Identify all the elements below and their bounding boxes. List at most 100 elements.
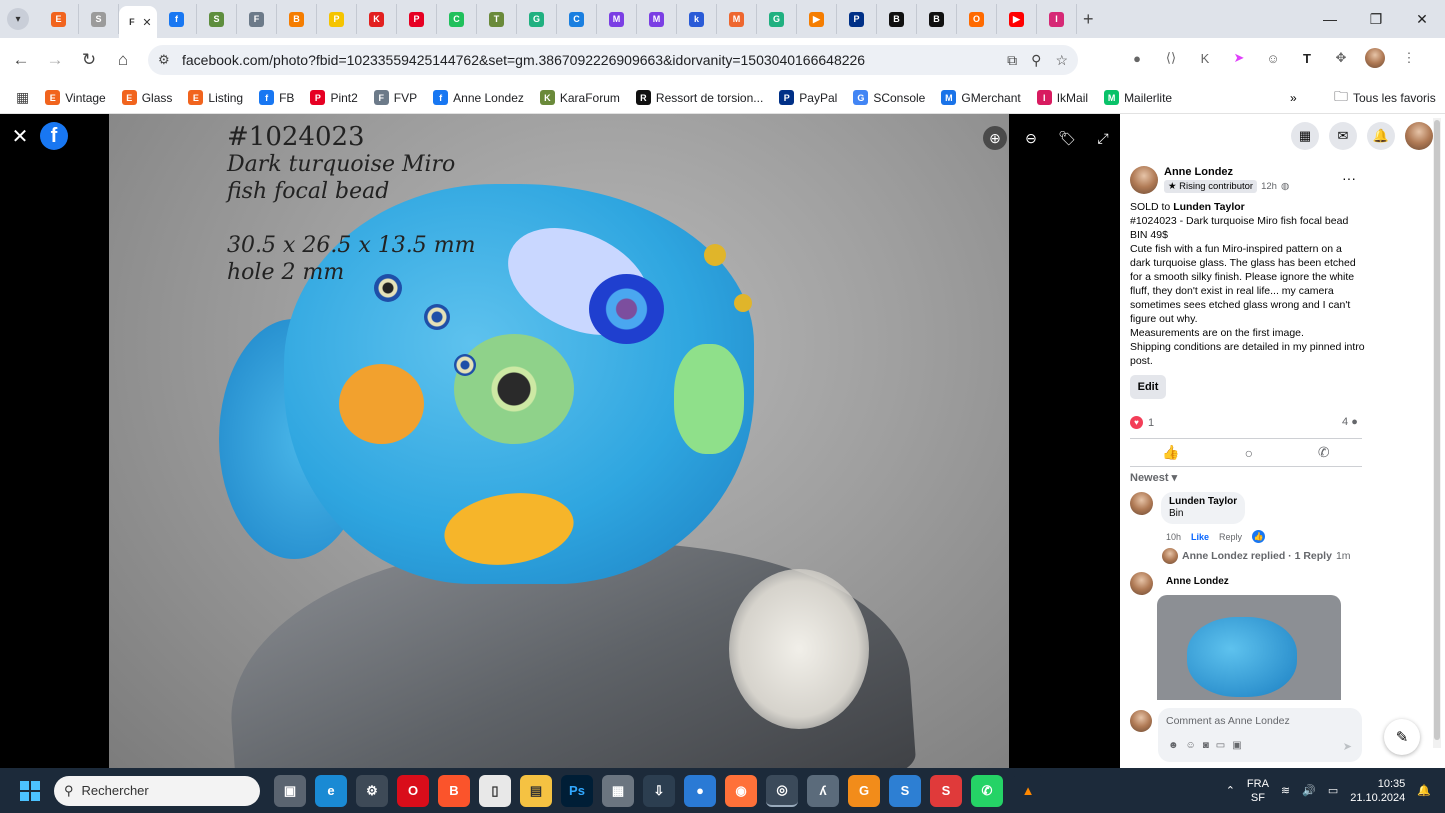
sold-to-link[interactable]: Lunden Taylor [1173,201,1245,213]
bookmark-item[interactable]: I IkMail [1036,90,1088,105]
tag-icon[interactable]: 🏷 [1055,126,1079,150]
site-info-icon[interactable]: ⚙ [158,52,176,68]
notifications-bell-icon[interactable]: 🔔 [1367,122,1395,150]
comment-author[interactable]: Lunden Taylor [1169,496,1237,508]
zoom-in-icon[interactable]: ⊕ [983,126,1007,150]
bookmark-item[interactable]: M GMerchant [941,90,1021,105]
browser-tab[interactable]: F [237,4,277,34]
like-thumb-icon[interactable]: 👍 [1162,444,1179,461]
browser-tab[interactable]: I [1037,4,1077,34]
brave-icon[interactable]: B [438,774,470,807]
minimize-button[interactable]: — [1307,11,1353,27]
close-window-button[interactable]: ✕ [1399,11,1445,28]
bookmark-item[interactable]: f Anne Londez [433,90,524,105]
edge-icon[interactable]: e [315,774,347,807]
extension-icon[interactable]: ☺ [1261,46,1285,70]
bookmark-item[interactable]: F FVP [373,90,417,105]
close-tab-icon[interactable]: ✕ [142,16,151,29]
zoom-out-icon[interactable]: ⊖ [1019,126,1043,150]
bookmark-item[interactable]: R Ressort de torsion... [635,90,763,105]
browser-tab[interactable]: B [877,4,917,34]
rising-contributor-badge[interactable]: ★ Rising contributor [1164,180,1258,193]
view-replies[interactable]: Anne Londez replied · 1 Reply 1m [1162,548,1351,564]
post-author[interactable]: Anne Londez [1164,166,1233,178]
app-icon[interactable]: ʎ [807,774,839,807]
whatsapp-icon[interactable]: ✆ [971,774,1003,807]
menu-kebab-icon[interactable]: ⋮ [1397,46,1421,70]
browser-tab[interactable]: ▶ [997,4,1037,34]
volume-icon[interactable]: 🔊 [1302,784,1316,797]
battery-icon[interactable]: ▭ [1328,784,1338,797]
browser-tab[interactable]: M [717,4,757,34]
bookmark-item[interactable]: M Mailerlite [1104,90,1172,105]
reply-author-avatar[interactable] [1130,572,1153,595]
bookmark-item[interactable]: K KaraForum [539,90,620,105]
taskbar-search[interactable]: ⚲ Rechercher [54,775,260,806]
extensions-puzzle-icon[interactable]: ✥ [1329,46,1353,70]
post-more-options-icon[interactable]: ··· [1342,170,1356,186]
comment-count[interactable]: 4 ● [1342,416,1358,428]
new-tab-button[interactable]: + [1083,9,1094,30]
comment-input[interactable]: Comment as Anne Londez ☻ ☺ ◙ ▭ ▣ ➤ [1158,708,1362,762]
notification-bell-icon[interactable]: 🔔 [1417,784,1431,797]
app-icon[interactable]: ● [684,774,716,807]
settings-icon[interactable]: ⚙ [356,774,388,807]
extension-icon[interactable]: ● [1125,46,1149,70]
browser-tab[interactable]: P [397,4,437,34]
reply-author-name[interactable]: Anne Londez [1166,576,1229,587]
app-icon[interactable]: G [848,774,880,807]
browser-tab[interactable]: T [477,4,517,34]
browser-tab[interactable]: f [157,4,197,34]
bookmark-item[interactable]: G SConsole [853,90,925,105]
browser-tab[interactable]: k [677,4,717,34]
clock[interactable]: 10:35 21.10.2024 [1350,777,1405,805]
whatsapp-share-icon[interactable]: ✆ [1318,444,1330,461]
extension-icon[interactable]: ➤ [1227,46,1251,70]
restore-button[interactable]: ❐ [1353,11,1399,28]
browser-tab[interactable]: C [557,4,597,34]
reaction-summary[interactable]: ♥ 1 [1130,416,1154,429]
browser-tab[interactable]: S [197,4,237,34]
emoji-icon[interactable]: ☺ [1186,740,1196,751]
browser-tab[interactable]: C [437,4,477,34]
comment-sort-dropdown[interactable]: Newest ▾ [1130,471,1177,484]
photoshop-icon[interactable]: Ps [561,774,593,807]
notepad-icon[interactable]: ▯ [479,774,511,807]
calculator-icon[interactable]: ▦ [602,774,634,807]
wifi-icon[interactable]: ≋ [1281,784,1290,797]
browser-tab[interactable]: B [917,4,957,34]
comment-attachment-image[interactable] [1157,595,1341,700]
file-explorer-icon[interactable]: ▤ [520,774,552,807]
browser-tab[interactable]: S [79,4,119,34]
author-avatar[interactable] [1130,166,1158,194]
comment-like-button[interactable]: Like [1191,532,1209,542]
bookmark-item[interactable]: f FB [259,90,294,105]
browser-tab[interactable]: G [517,4,557,34]
bookmark-item[interactable]: P Pint2 [310,90,358,105]
browser-tab[interactable]: ▶ [797,4,837,34]
comment-reply-button[interactable]: Reply [1219,532,1242,542]
commenter-avatar[interactable] [1130,492,1153,515]
browser-tab[interactable]: E [39,4,79,34]
extension-icon[interactable]: K [1193,46,1217,70]
close-viewer-icon[interactable]: ✕ [0,124,40,149]
browser-tab[interactable]: M [637,4,677,34]
app-icon[interactable]: S [930,774,962,807]
bookmark-item[interactable]: E Vintage [45,90,106,105]
account-avatar[interactable] [1405,122,1433,150]
install-app-icon[interactable]: ⧉ [1007,52,1017,69]
bookmark-star-icon[interactable]: ☆ [1055,52,1068,69]
address-bar[interactable]: ⚙ facebook.com/photo?fbid=10233559425144… [148,45,1078,75]
sticker-icon[interactable]: ▣ [1232,740,1241,751]
browser-tab[interactable]: K [357,4,397,34]
browser-tab[interactable]: P [837,4,877,34]
edit-button[interactable]: Edit [1130,375,1166,399]
opera-icon[interactable]: O [397,774,429,807]
comment-icon[interactable]: ○ [1245,445,1253,461]
language-indicator[interactable]: FRA SF [1247,777,1269,805]
more-bookmarks-icon[interactable]: » [1290,91,1297,105]
avatar-sticker-icon[interactable]: ☻ [1168,740,1179,751]
facebook-logo-icon[interactable]: f [40,122,68,150]
profile-avatar[interactable] [1363,46,1387,70]
send-icon[interactable]: ➤ [1343,740,1352,753]
